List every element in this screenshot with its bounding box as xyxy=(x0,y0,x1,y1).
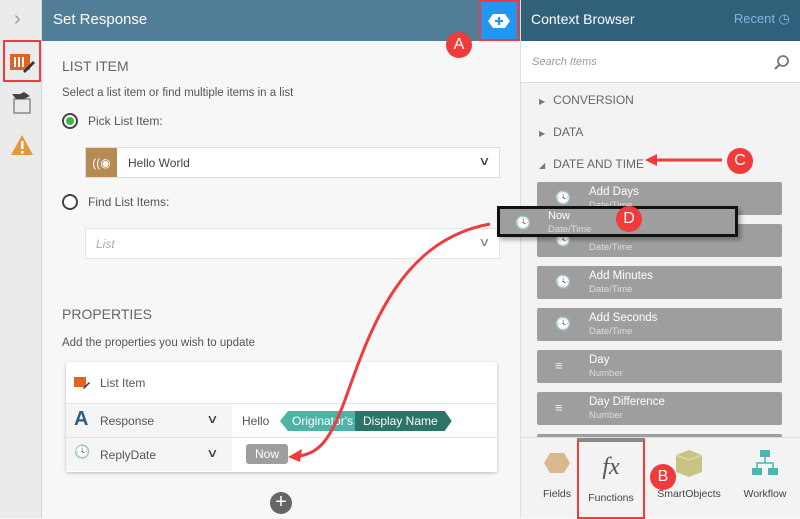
annotation-a: A xyxy=(446,32,472,58)
annotation-d: D xyxy=(616,206,642,232)
annotation-b: B xyxy=(650,464,676,490)
drag-arrow xyxy=(299,222,491,458)
annotation-c: C xyxy=(727,148,753,174)
arrow-head xyxy=(288,449,302,462)
arrow-head xyxy=(645,154,657,166)
annotation-arrows xyxy=(288,154,722,462)
